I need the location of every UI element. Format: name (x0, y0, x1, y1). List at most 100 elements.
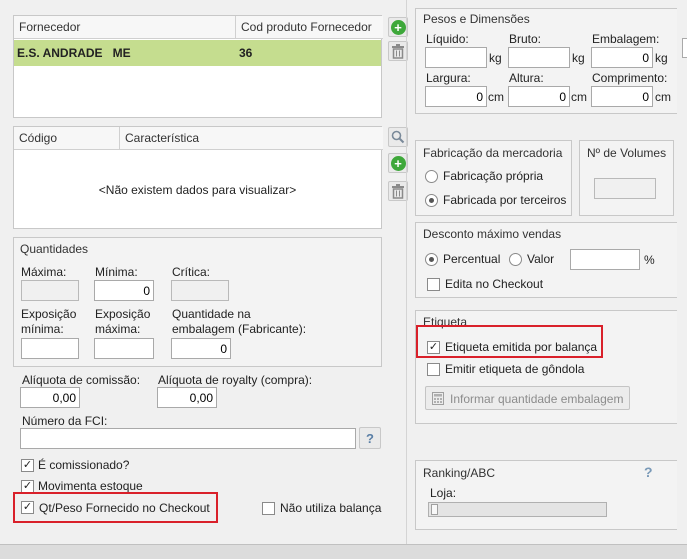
gross-input[interactable] (508, 47, 570, 68)
percent-unit: % (644, 253, 655, 267)
shelf-label-checkbox[interactable] (427, 363, 440, 376)
manufacturing-group: Fabricação da mercadoria Fabricação próp… (415, 140, 572, 216)
volumes-group: Nº de Volumes (579, 140, 674, 216)
liquid-input[interactable] (425, 47, 487, 68)
liquid-label: Líquido: (426, 32, 469, 46)
gross-label: Bruto: (509, 32, 542, 46)
bottom-bar (0, 544, 687, 559)
volumes-input[interactable] (594, 178, 656, 199)
commissioned-label: É comissionado? (38, 458, 130, 472)
exposure-max-input[interactable] (94, 338, 154, 359)
percent-label: Percentual (443, 252, 501, 266)
fci-label: Número da FCI: (22, 414, 108, 428)
calculator-icon (432, 392, 444, 405)
checkout-qty-label: Qt/Peso Fornecido no Checkout (39, 501, 210, 515)
discount-input[interactable] (570, 249, 640, 270)
ranking-group: Ranking/ABC ? Loja: (415, 460, 677, 530)
manufacturing-title: Fabricação da mercadoria (423, 146, 563, 160)
width-label: Largura: (426, 71, 471, 85)
plus-icon: + (390, 19, 406, 35)
inform-package-qty-button[interactable]: Informar quantidade embalagem (425, 386, 630, 410)
characteristics-table: Código Característica <Não existem dados… (13, 126, 383, 229)
discount-group: Desconto máximo vendas Percentual Valor … (415, 222, 677, 298)
offscreen-control[interactable] (682, 38, 687, 58)
exposure-max-label: Exposição máxima: (95, 307, 151, 336)
inform-package-qty-label: Informar quantidade embalagem (450, 392, 624, 406)
no-scale-label: Não utiliza balança (280, 501, 382, 515)
store-ranking-bar[interactable] (428, 502, 607, 517)
delete-supplier-button[interactable] (388, 41, 408, 61)
commission-input[interactable]: 0,00 (20, 387, 80, 408)
trash-icon (392, 183, 404, 199)
value-label: Valor (527, 252, 555, 266)
length-label: Comprimento: (592, 71, 668, 85)
add-supplier-button[interactable]: + (388, 17, 408, 37)
width-input[interactable]: 0 (425, 86, 487, 107)
length-input[interactable]: 0 (591, 86, 653, 107)
supplier-code-column-header[interactable]: Cod produto Fornecedor (236, 16, 383, 39)
fci-help-button[interactable]: ? (359, 427, 381, 449)
shelf-label-label: Emitir etiqueta de gôndola (445, 362, 585, 376)
supplier-table: Fornecedor Cod produto Fornecedor E.S. A… (13, 15, 383, 118)
third-party-radio[interactable] (425, 194, 438, 207)
min-input[interactable]: 0 (94, 280, 154, 301)
fci-input[interactable] (20, 428, 356, 449)
value-radio[interactable] (509, 253, 522, 266)
height-label: Altura: (509, 71, 544, 85)
royalty-label: Alíquota de royalty (compra): (158, 373, 313, 387)
search-icon (391, 130, 405, 144)
add-characteristic-button[interactable]: + (388, 153, 408, 173)
code-column-header[interactable]: Código (14, 127, 120, 150)
min-label: Mínima: (95, 265, 138, 279)
store-ranking-handle[interactable] (431, 504, 438, 515)
search-characteristic-button[interactable] (388, 127, 408, 147)
liquid-unit: kg (489, 51, 502, 65)
gross-unit: kg (572, 51, 585, 65)
supplier-name-cell: E.S. ANDRADE ME (17, 46, 131, 60)
supplier-column-header[interactable]: Fornecedor (14, 16, 236, 39)
royalty-input[interactable]: 0,00 (157, 387, 217, 408)
quantities-title: Quantidades (20, 242, 89, 256)
ranking-help-icon[interactable]: ? (644, 464, 653, 480)
ranking-title: Ranking/ABC (423, 466, 496, 480)
commission-label: Alíquota de comissão: (22, 373, 141, 387)
table-row[interactable]: E.S. ANDRADE ME 36 (14, 40, 381, 66)
trash-icon (392, 43, 404, 59)
no-scale-checkbox[interactable] (262, 502, 275, 515)
plus-icon: + (390, 155, 406, 171)
package-qty-input[interactable]: 0 (171, 338, 231, 359)
length-unit: cm (655, 90, 671, 104)
package-weight-label: Embalagem: (592, 32, 660, 46)
package-qty-label: Quantidade na embalagem (Fabricante): (172, 307, 307, 336)
package-weight-input[interactable]: 0 (591, 47, 653, 68)
critical-input[interactable] (171, 280, 229, 301)
third-party-label: Fabricada por terceiros (443, 193, 567, 207)
exposure-min-input[interactable] (21, 338, 79, 359)
weights-group: Pesos e Dimensões Líquido: kg Bruto: kg … (415, 8, 677, 114)
help-icon: ? (366, 430, 374, 446)
max-label: Máxima: (21, 265, 67, 279)
package-weight-unit: kg (655, 51, 668, 65)
height-input[interactable]: 0 (508, 86, 570, 107)
edit-checkout-checkbox[interactable] (427, 278, 440, 291)
weights-title: Pesos e Dimensões (423, 12, 530, 26)
characteristic-column-header[interactable]: Característica (120, 127, 383, 150)
max-input[interactable] (21, 280, 79, 301)
delete-characteristic-button[interactable] (388, 181, 408, 201)
critical-label: Crítica: (172, 265, 211, 279)
own-manufacturing-radio[interactable] (425, 170, 438, 183)
edit-checkout-label: Edita no Checkout (445, 277, 544, 291)
commissioned-checkbox[interactable]: ✓ (21, 459, 34, 472)
volumes-title: Nº de Volumes (587, 146, 667, 160)
panel-divider (406, 0, 407, 545)
percent-radio[interactable] (425, 253, 438, 266)
discount-title: Desconto máximo vendas (423, 227, 562, 241)
width-unit: cm (488, 90, 504, 104)
exposure-min-label: Exposição mínima: (21, 307, 77, 336)
quantities-group: Quantidades Máxima: Mínima: 0 Crítica: E… (13, 237, 382, 367)
supplier-code-cell: 36 (239, 46, 253, 60)
stock-movement-label: Movimenta estoque (38, 479, 143, 493)
height-unit: cm (571, 90, 587, 104)
checkout-qty-checkbox[interactable]: ✓ (21, 501, 34, 514)
own-manufacturing-label: Fabricação própria (443, 169, 544, 183)
